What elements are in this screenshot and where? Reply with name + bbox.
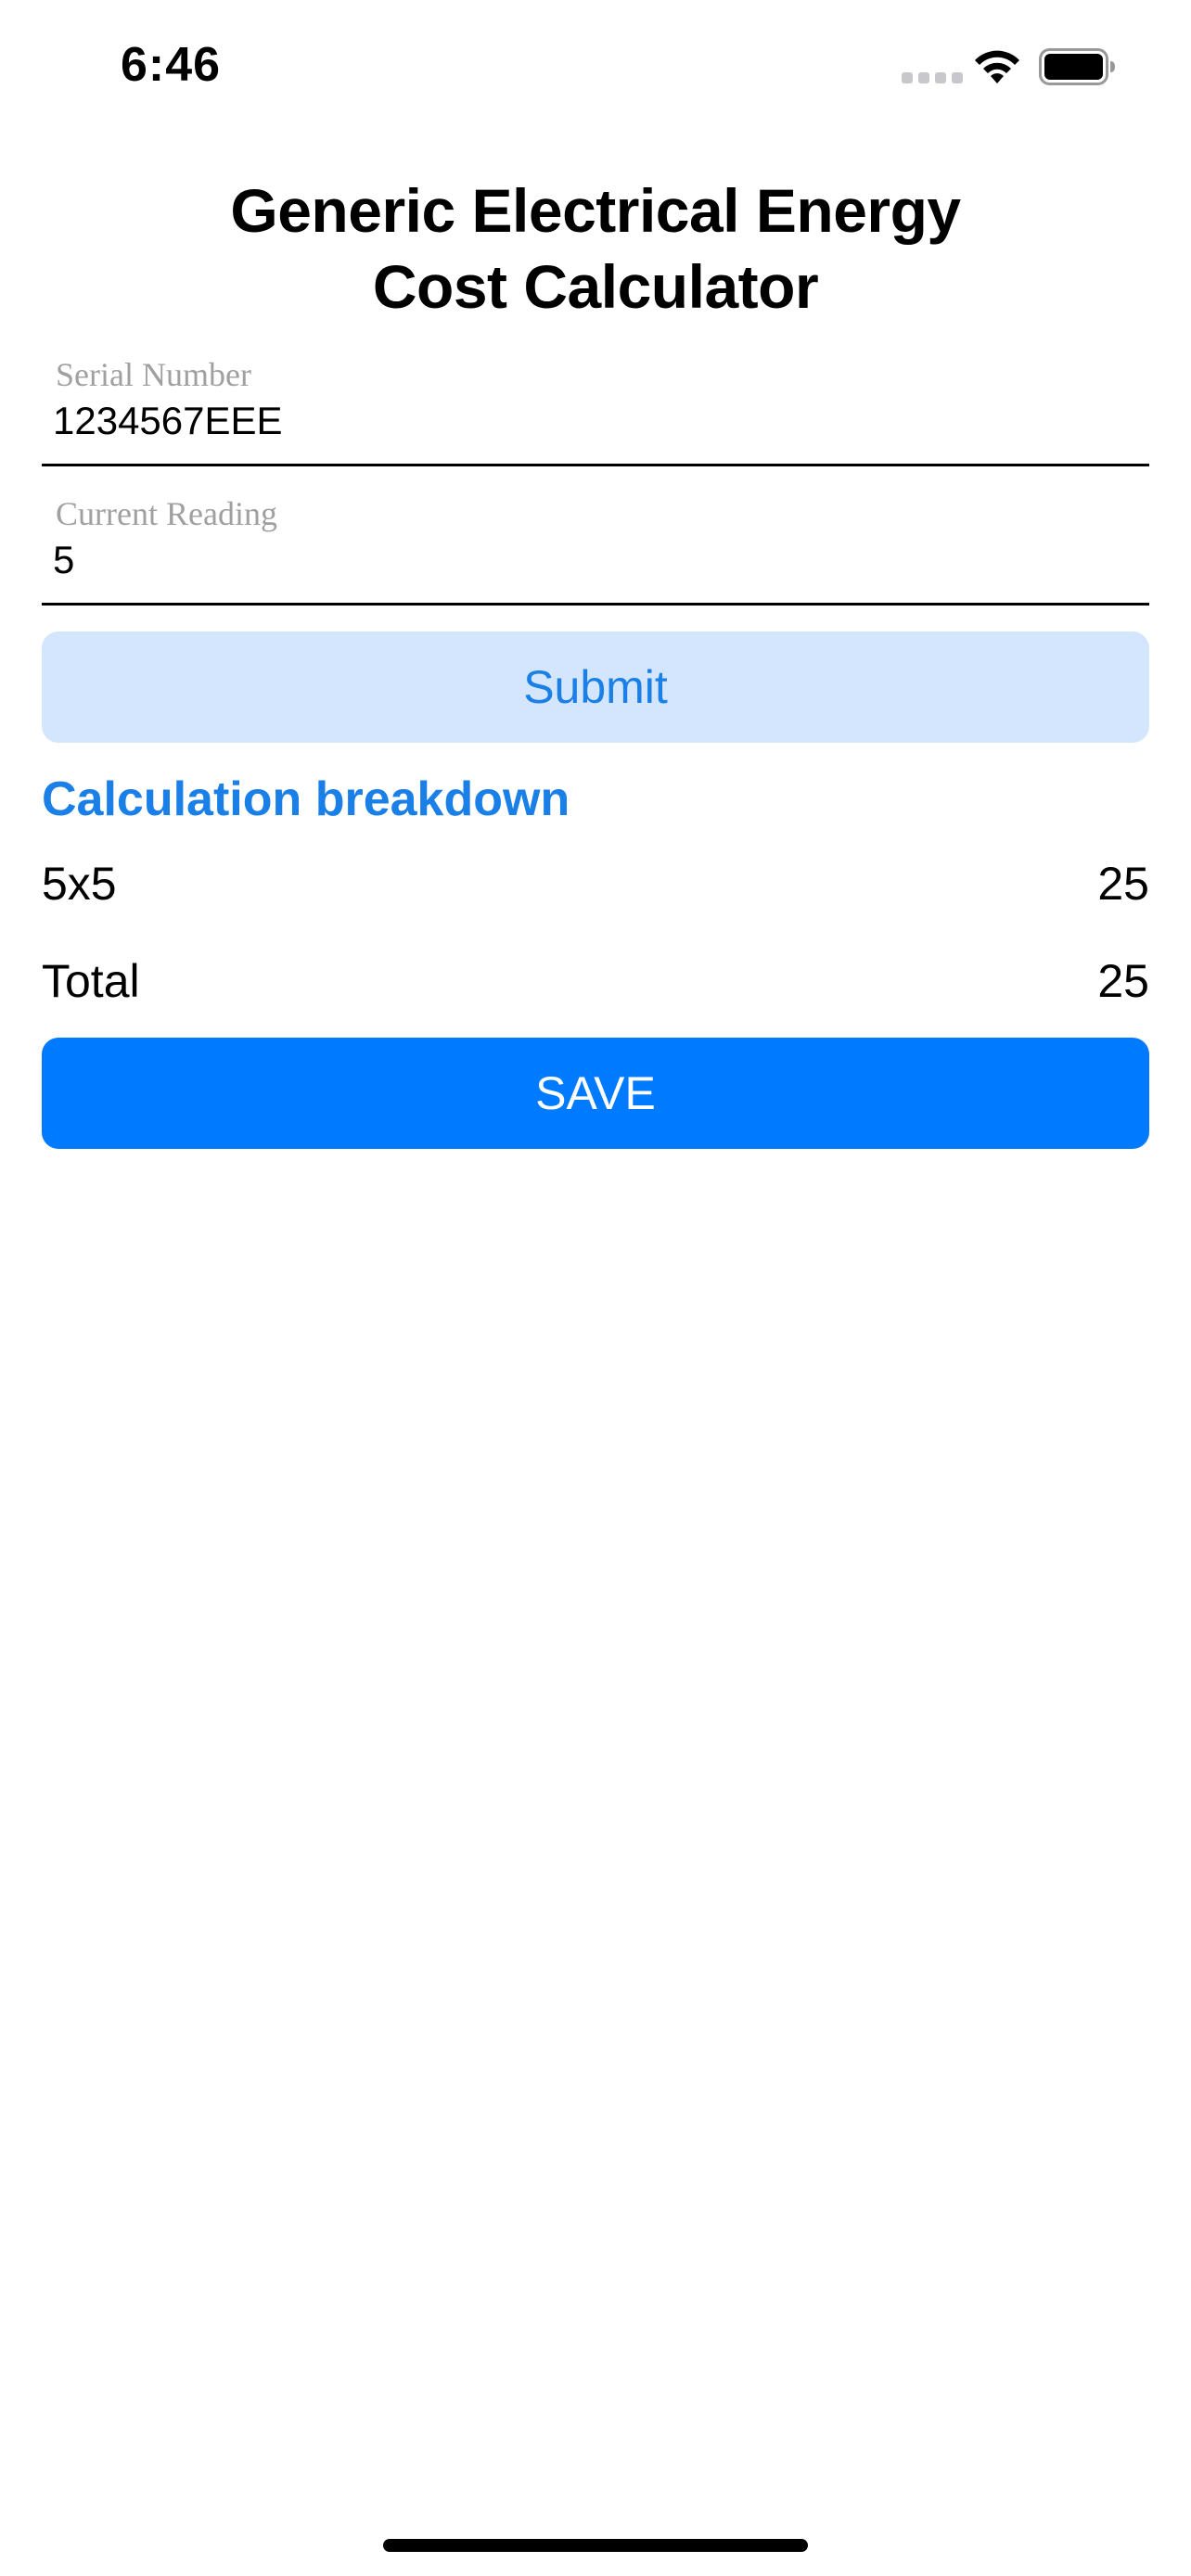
home-indicator[interactable] (383, 2539, 808, 2552)
breakdown-row-value: 25 (1097, 858, 1149, 910)
breakdown-total-value: 25 (1097, 955, 1149, 1007)
current-reading-field[interactable]: Current Reading 5 (42, 491, 1149, 606)
serial-number-label: Serial Number (56, 356, 251, 393)
serial-number-field[interactable]: Serial Number 1234567EEE (42, 352, 1149, 466)
current-reading-label: Current Reading (56, 495, 277, 532)
breakdown-total-label: Total (42, 955, 140, 1007)
serial-number-value[interactable]: 1234567EEE (53, 399, 283, 443)
breakdown-row: 5x5 25 (42, 857, 1149, 911)
cellular-signal-icon (902, 72, 963, 83)
battery-icon (1039, 48, 1115, 85)
page-title-line-1: Generic Electrical Energy (230, 176, 961, 245)
save-button[interactable]: SAVE (42, 1038, 1149, 1149)
page-title-line-2: Cost Calculator (372, 252, 819, 321)
page-title: Generic Electrical Energy Cost Calculato… (132, 172, 1059, 325)
status-bar: 6:46 (0, 0, 1191, 139)
wifi-icon (975, 50, 1019, 83)
submit-button[interactable]: Submit (42, 631, 1149, 743)
current-reading-value[interactable]: 5 (53, 538, 74, 582)
breakdown-row-label: 5x5 (42, 858, 117, 910)
calculation-breakdown-heading: Calculation breakdown (42, 772, 570, 826)
breakdown-total-row: Total 25 (42, 954, 1149, 1008)
status-time: 6:46 (121, 38, 222, 92)
